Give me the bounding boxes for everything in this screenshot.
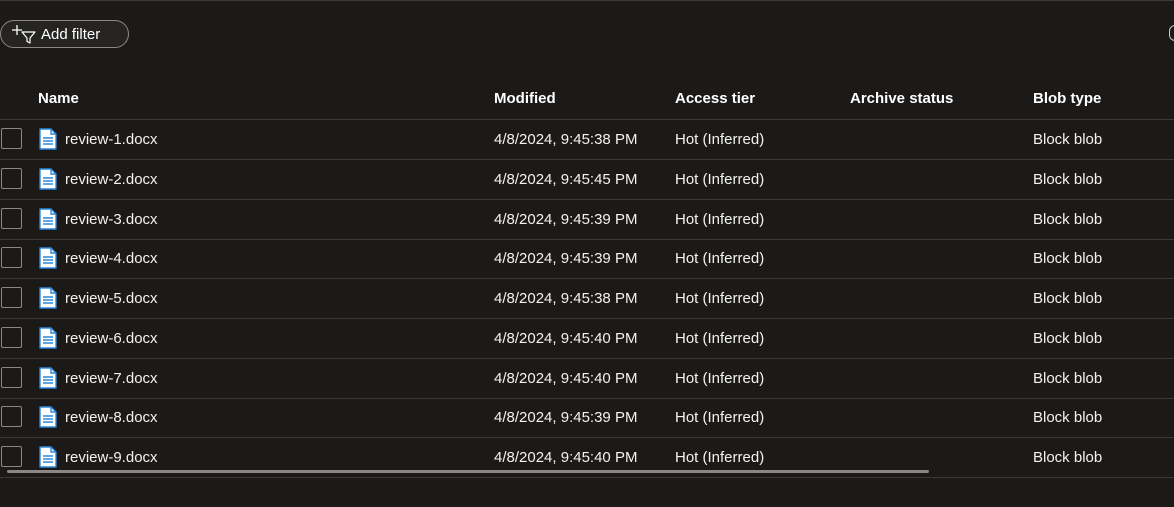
add-filter-button[interactable]: Add filter xyxy=(0,20,129,48)
word-document-icon xyxy=(39,366,57,389)
add-filter-icon xyxy=(12,24,36,44)
row-checkbox[interactable] xyxy=(1,366,22,388)
modified-cell: 4/8/2024, 9:45:40 PM xyxy=(494,449,638,466)
blob-type-cell: Block blob xyxy=(1033,210,1103,228)
column-header-name[interactable]: Name xyxy=(38,90,79,107)
table-row[interactable]: review-6.docx 4/8/2024, 9:45:40 PM Hot (In… xyxy=(0,319,1174,359)
row-checkbox[interactable] xyxy=(1,406,22,428)
access-tier-cell: Hot (Inferred) xyxy=(675,290,765,307)
table-header: Name Modified Access tier Archive status… xyxy=(0,80,1174,120)
word-document-icon xyxy=(39,128,57,150)
table-row[interactable]: review-3.docx 4/8/2024, 9:45:39 PM Hot (In… xyxy=(0,200,1174,240)
blob-type-cell: Block blob xyxy=(1033,250,1103,268)
modified-cell: 4/8/2024, 9:45:39 PM xyxy=(494,250,638,268)
row-checkbox[interactable] xyxy=(1,287,22,308)
file-name-link[interactable]: review-6.docx xyxy=(65,330,158,347)
modified-cell: 4/8/2024, 9:45:40 PM xyxy=(494,329,638,347)
table-row[interactable]: review-4.docx 4/8/2024, 9:45:39 PM Hot (In… xyxy=(0,239,1174,280)
blob-type-cell: Block blob xyxy=(1033,449,1103,466)
column-header-modified[interactable]: Modified xyxy=(494,90,556,107)
row-checkbox[interactable] xyxy=(1,326,22,348)
blob-type-cell: Block blob xyxy=(1033,131,1103,148)
word-document-icon xyxy=(39,406,57,428)
column-header-blob-type[interactable]: Blob type xyxy=(1033,90,1101,107)
modified-cell: 4/8/2024, 9:45:38 PM xyxy=(494,131,638,148)
access-tier-cell: Hot (Inferred) xyxy=(675,131,765,148)
modified-cell: 4/8/2024, 9:45:40 PM xyxy=(494,369,638,387)
horizontal-scrollbar[interactable] xyxy=(7,470,929,473)
access-tier-cell: Hot (Inferred) xyxy=(675,250,765,268)
blob-type-cell: Block blob xyxy=(1033,369,1103,387)
access-tier-cell: Hot (Inferred) xyxy=(675,210,765,228)
access-tier-cell: Hot (Inferred) xyxy=(675,409,765,427)
file-name-link[interactable]: review-9.docx xyxy=(65,449,158,466)
file-name-link[interactable]: review-3.docx xyxy=(65,211,158,228)
modified-cell: 4/8/2024, 9:45:39 PM xyxy=(494,210,638,228)
access-tier-cell: Hot (Inferred) xyxy=(675,170,765,188)
word-document-icon xyxy=(39,446,57,468)
table-row[interactable]: review-2.docx 4/8/2024, 9:45:45 PM Hot (In… xyxy=(0,160,1174,200)
blob-type-cell: Block blob xyxy=(1033,329,1103,347)
row-checkbox[interactable] xyxy=(1,128,22,149)
file-name-link[interactable]: review-5.docx xyxy=(65,290,158,307)
row-checkbox[interactable] xyxy=(1,207,22,229)
row-checkbox[interactable] xyxy=(1,247,22,269)
column-header-access-tier[interactable]: Access tier xyxy=(675,90,755,107)
table-row[interactable]: review-5.docx 4/8/2024, 9:45:38 PM Hot (In… xyxy=(0,279,1174,319)
table-row[interactable]: review-1.docx 4/8/2024, 9:45:38 PM Hot (In… xyxy=(0,120,1174,160)
file-name-link[interactable]: review-7.docx xyxy=(65,370,158,387)
blob-type-cell: Block blob xyxy=(1033,170,1103,188)
table-row[interactable]: review-8.docx 4/8/2024, 9:45:39 PM Hot (In… xyxy=(0,398,1174,439)
partial-control-edge xyxy=(1169,25,1174,41)
access-tier-cell: Hot (Inferred) xyxy=(675,449,765,466)
word-document-icon xyxy=(39,168,57,190)
modified-cell: 4/8/2024, 9:45:45 PM xyxy=(494,170,638,188)
access-tier-cell: Hot (Inferred) xyxy=(675,329,765,347)
storage-browser-page: Add filter Name Modified Access tier Arc… xyxy=(0,0,1174,507)
add-filter-label: Add filter xyxy=(41,25,101,43)
top-divider xyxy=(0,0,1174,1)
blob-type-cell: Block blob xyxy=(1033,290,1103,307)
word-document-icon xyxy=(39,247,57,269)
file-name-link[interactable]: review-8.docx xyxy=(65,409,158,426)
word-document-icon xyxy=(39,287,57,309)
row-checkbox[interactable] xyxy=(1,446,22,467)
word-document-icon xyxy=(39,207,57,230)
word-document-icon xyxy=(39,327,57,349)
modified-cell: 4/8/2024, 9:45:39 PM xyxy=(494,409,638,427)
access-tier-cell: Hot (Inferred) xyxy=(675,369,765,387)
blob-type-cell: Block blob xyxy=(1033,409,1103,427)
row-checkbox[interactable] xyxy=(1,167,22,189)
file-name-link[interactable]: review-1.docx xyxy=(65,131,158,148)
column-header-archive-status[interactable]: Archive status xyxy=(850,90,953,107)
table-row[interactable]: review-7.docx 4/8/2024, 9:45:40 PM Hot (In… xyxy=(0,359,1174,399)
file-name-link[interactable]: review-2.docx xyxy=(65,171,158,188)
file-name-link[interactable]: review-4.docx xyxy=(65,250,158,267)
modified-cell: 4/8/2024, 9:45:38 PM xyxy=(494,290,638,307)
